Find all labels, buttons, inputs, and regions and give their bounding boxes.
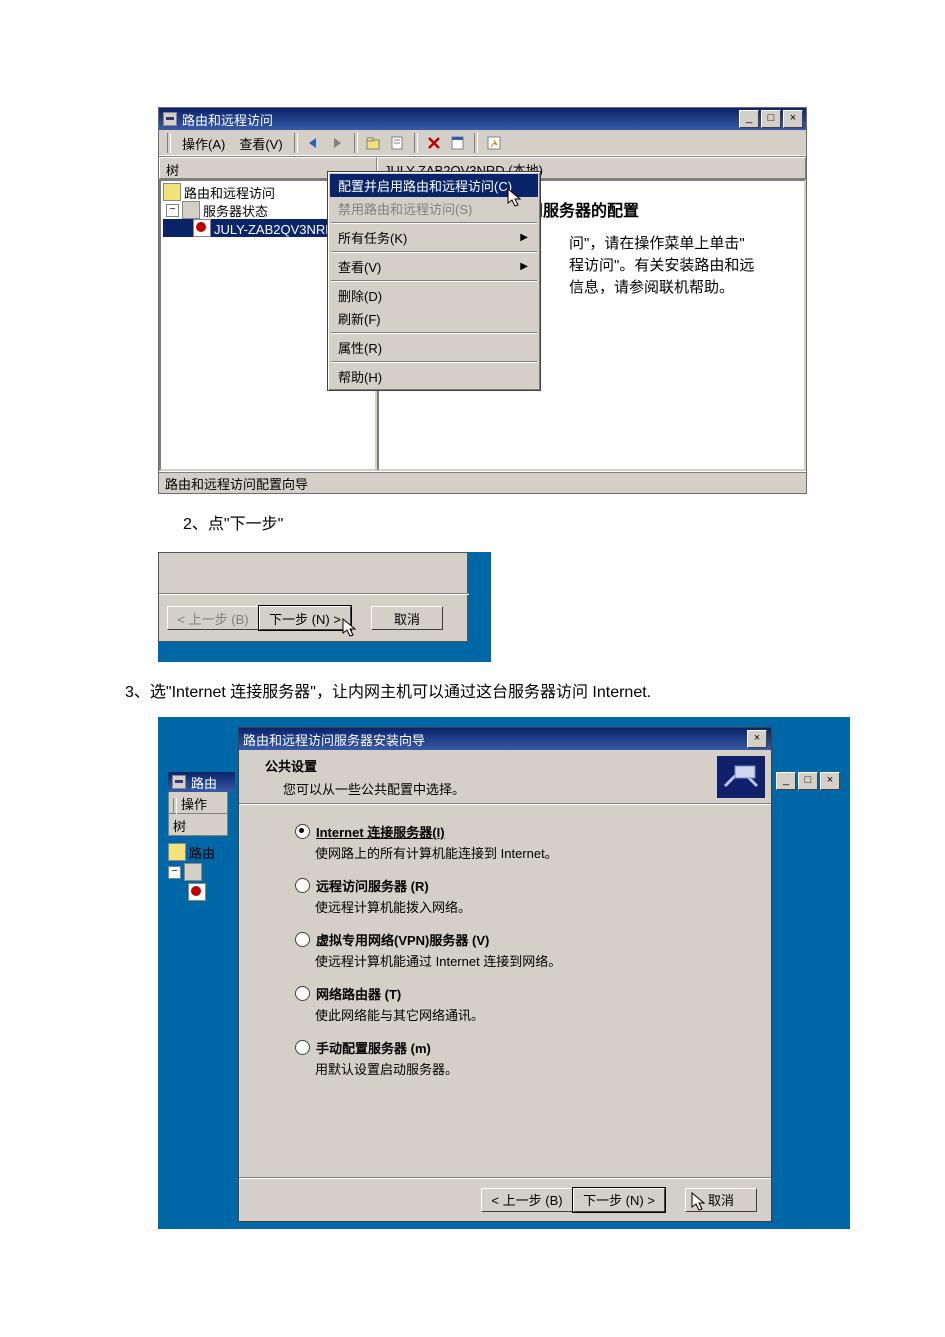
option-manual-label: 手动配置服务器 (m) (316, 1038, 431, 1057)
ctx-refresh[interactable]: 刷新(F) (330, 307, 538, 330)
submenu-arrow-icon: ▶ (520, 261, 528, 272)
server-stopped-icon (188, 883, 206, 901)
refresh-icon[interactable] (483, 132, 505, 154)
delete-icon[interactable] (423, 132, 445, 154)
bg-mmc-fragment: 路由 操作 树 (168, 772, 228, 836)
wizard-close-button[interactable]: × (747, 730, 767, 748)
wizard-screenshot: 路由 操作 树 路由 − _ □ × 路由和远程访问服务器安装向导 × 公共设置… (158, 717, 850, 1229)
menubar: 操作(A) 查看(V) (159, 130, 806, 157)
option-remote-desc: 使远程计算机能拨入网络。 (315, 897, 731, 916)
mmc-window: 路由和远程访问 _ □ × 操作(A) 查看(V) (158, 107, 807, 494)
ctx-view[interactable]: 查看(V)▶ (330, 255, 538, 278)
option-internet[interactable]: Internet 连接服务器(I) (295, 822, 731, 841)
router-icon (163, 183, 181, 201)
wizard-buttons-crop: < 上一步 (B) 下一步 (N) > 取消 (158, 552, 491, 662)
ctx-disable: 禁用路由和远程访问(S) (330, 197, 538, 220)
titlebar: 路由和远程访问 _ □ × (159, 108, 806, 130)
option-manual-desc: 用默认设置启动服务器。 (315, 1059, 731, 1078)
radio-off-icon[interactable] (295, 878, 310, 893)
wizard-title: 路由和远程访问服务器安装向导 (243, 730, 425, 749)
ctx-configure[interactable]: 配置并启用路由和远程访问(C) (330, 174, 538, 197)
ctx-properties[interactable]: 属性(R) (330, 336, 538, 359)
props2-icon[interactable] (447, 132, 469, 154)
back-button: < 上一步 (B) (167, 606, 259, 630)
back-icon[interactable] (303, 132, 325, 154)
bg-title: 路由 (191, 773, 217, 792)
next-button[interactable]: 下一步 (N) > (573, 1188, 665, 1212)
ctx-help[interactable]: 帮助(H) (330, 365, 538, 388)
back-button[interactable]: < 上一步 (B) (481, 1188, 573, 1212)
forward-icon[interactable] (327, 132, 349, 154)
option-router-label: 网络路由器 (T) (316, 984, 401, 1003)
router-icon (168, 843, 186, 861)
option-vpn[interactable]: 虚拟专用网络(VPN)服务器 (V) (295, 930, 731, 949)
wizard-header-graphic (717, 756, 765, 798)
up-icon[interactable] (363, 132, 385, 154)
maximize-button[interactable]: □ (798, 772, 818, 790)
tree-root-label: 路由和远程访问 (184, 183, 275, 202)
properties-icon[interactable] (387, 132, 409, 154)
app-icon (172, 775, 186, 789)
maximize-button[interactable]: □ (761, 110, 781, 128)
option-internet-desc: 使网路上的所有计算机能连接到 Internet。 (315, 843, 731, 862)
page: 路由和远程访问 _ □ × 操作(A) 查看(V) (0, 0, 945, 1337)
wizard-header: 公共设置 您可以从一些公共配置中选择。 (239, 750, 771, 804)
option-vpn-desc: 使远程计算机能通过 Internet 连接到网络。 (315, 951, 731, 970)
ctx-all-tasks[interactable]: 所有任务(K)▶ (330, 226, 538, 249)
context-menu: 配置并启用路由和远程访问(C) 禁用路由和远程访问(S) 所有任务(K)▶ 查看… (327, 171, 541, 391)
server-stopped-icon (193, 219, 211, 237)
option-internet-label: Internet 连接服务器(I) (316, 822, 445, 841)
next-button[interactable]: 下一步 (N) > (259, 606, 351, 630)
app-icon (163, 112, 177, 126)
status-text: 路由和远程访问配置向导 (165, 474, 308, 493)
info-body: 问"，请在操作菜单上单击" 程访问"。有关安装路由和远 信息，请参阅联机帮助。 (569, 233, 792, 299)
cancel-button[interactable]: 取消 (685, 1188, 757, 1212)
minimize-button[interactable]: _ (739, 110, 759, 128)
window-title: 路由和远程访问 (182, 110, 273, 129)
wizard-header-sub: 您可以从一些公共配置中选择。 (283, 779, 701, 798)
option-router-desc: 使此网络能与其它网络通讯。 (315, 1005, 731, 1024)
wizard-dialog: 路由和远程访问服务器安装向导 × 公共设置 您可以从一些公共配置中选择。 Int… (238, 727, 772, 1222)
bg-tree-label: 路由 (189, 843, 215, 862)
submenu-arrow-icon: ▶ (520, 232, 528, 243)
tree-status-label: 服务器状态 (203, 201, 268, 220)
info-line1: 问"，请在操作菜单上单击" (569, 233, 792, 255)
menu-action[interactable]: 操作(A) (175, 132, 232, 155)
collapse-icon[interactable]: − (166, 204, 179, 217)
bg-tree-head: 树 (168, 814, 228, 836)
collapse-icon: − (168, 866, 181, 879)
wizard-body: Internet 连接服务器(I) 使网路上的所有计算机能连接到 Interne… (239, 804, 771, 1102)
info-line2: 程访问"。有关安装路由和远 (569, 255, 792, 277)
step2-text: 2、点"下一步" (183, 510, 283, 534)
wizard-titlebar: 路由和远程访问服务器安装向导 × (239, 728, 771, 750)
option-router[interactable]: 网络路由器 (T) (295, 984, 731, 1003)
wizard-footer: < 上一步 (B) 下一步 (N) > 取消 (239, 1177, 771, 1221)
wizard-header-title: 公共设置 (265, 756, 701, 775)
radio-off-icon[interactable] (295, 1040, 310, 1055)
server-icon (184, 863, 202, 881)
option-manual[interactable]: 手动配置服务器 (m) (295, 1038, 731, 1057)
info-line3: 信息，请参阅联机帮助。 (569, 277, 792, 299)
close-button[interactable]: × (820, 772, 840, 790)
radio-on-icon[interactable] (295, 824, 310, 839)
step3-text: 3、选"Internet 连接服务器"，让内网主机可以通过这台服务器访问 Int… (125, 678, 651, 702)
radio-off-icon[interactable] (295, 986, 310, 1001)
option-remote-label: 远程访问服务器 (R) (316, 876, 429, 895)
bg-tree: 路由 − (168, 843, 228, 901)
statusbar: 路由和远程访问配置向导 (159, 471, 806, 494)
menu-view[interactable]: 查看(V) (232, 132, 289, 155)
ctx-delete[interactable]: 删除(D) (330, 284, 538, 307)
minimize-button[interactable]: _ (776, 772, 796, 790)
bg-menu: 操作 (181, 797, 207, 812)
option-remote[interactable]: 远程访问服务器 (R) (295, 876, 731, 895)
radio-off-icon[interactable] (295, 932, 310, 947)
bg-window-controls: _ □ × (774, 772, 840, 790)
cancel-button[interactable]: 取消 (371, 606, 443, 630)
server-status-icon (182, 201, 200, 219)
option-vpn-label: 虚拟专用网络(VPN)服务器 (V) (316, 930, 489, 949)
close-button[interactable]: × (783, 110, 803, 128)
